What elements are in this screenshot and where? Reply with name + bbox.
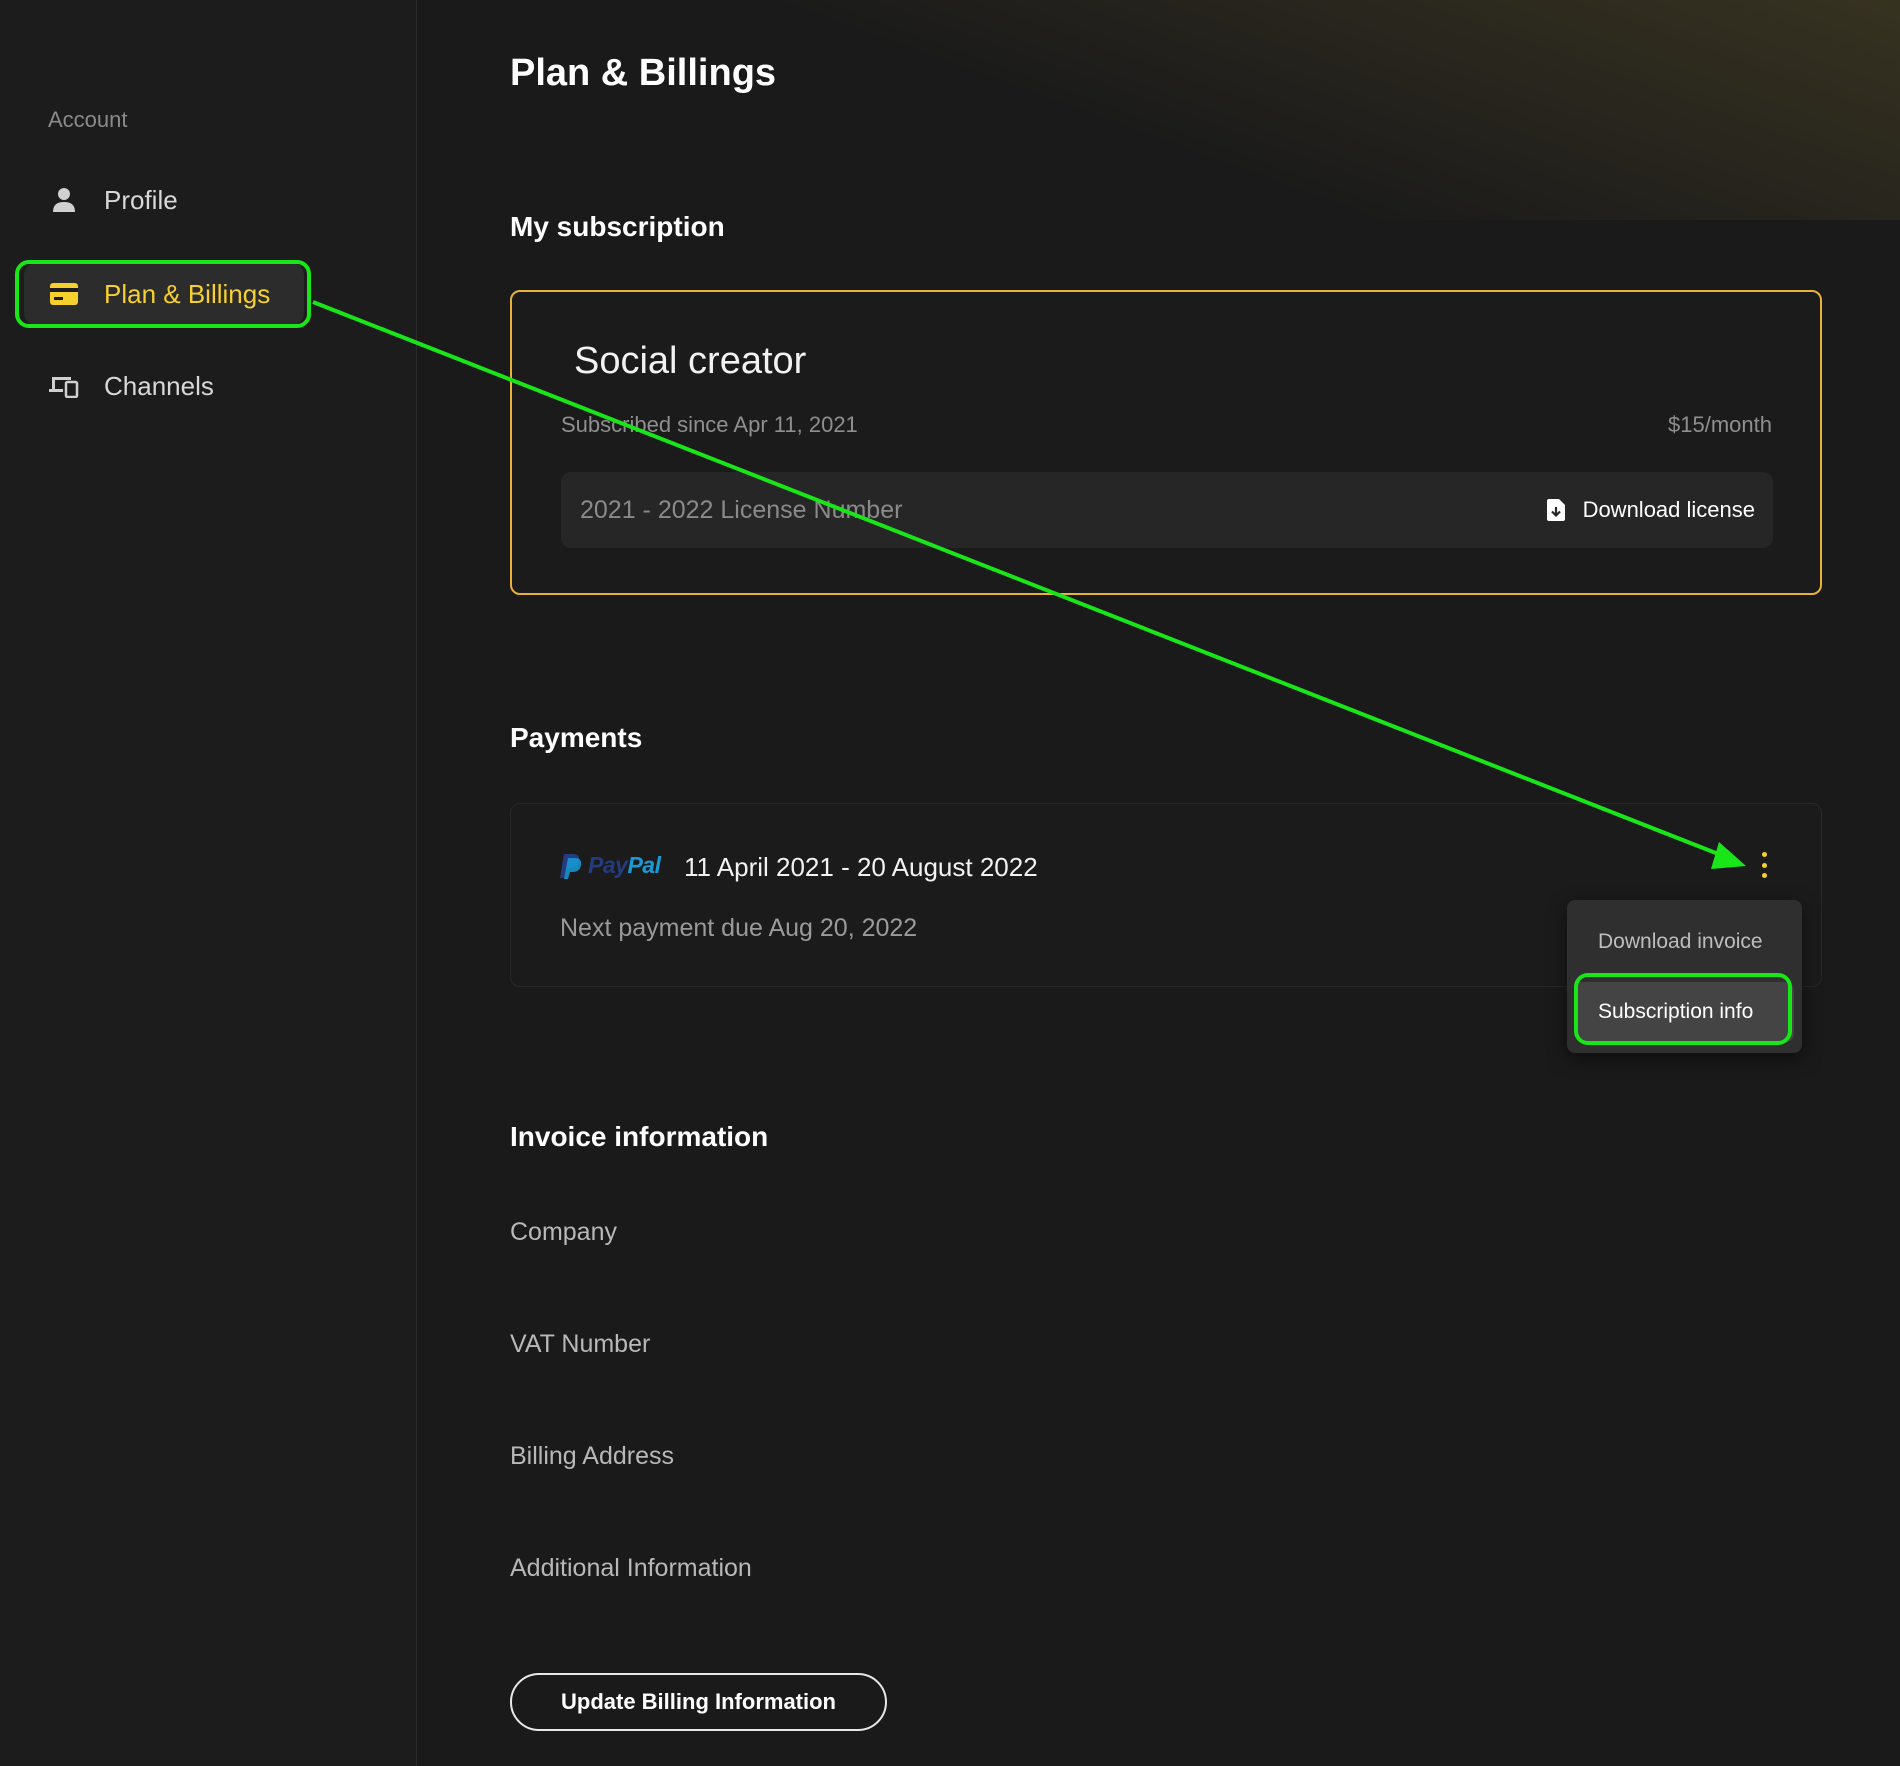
license-bar: 2021 - 2022 License Number Download lice…: [561, 472, 1773, 548]
sidebar-item-label: Channels: [104, 370, 214, 401]
subscribed-since: Subscribed since Apr 11, 2021: [561, 412, 858, 437]
paypal-word-pal: Pal: [627, 852, 661, 878]
field-company: Company: [510, 1218, 617, 1246]
sidebar-item-label: Profile: [104, 184, 178, 215]
sidebar-section-label: Account: [48, 107, 128, 132]
sidebar-item-profile[interactable]: Profile: [24, 169, 304, 231]
annotation-highlight-subscription-info: [1574, 973, 1792, 1045]
header-glow: [417, 0, 1900, 220]
payments-heading: Payments: [510, 722, 643, 753]
next-payment-due: Next payment due Aug 20, 2022: [560, 914, 918, 942]
paypal-icon: [560, 853, 582, 879]
paypal-logo: PayPal: [560, 852, 661, 879]
update-billing-button[interactable]: Update Billing Information: [510, 1673, 887, 1731]
more-options-icon[interactable]: [1752, 852, 1776, 878]
plan-price: $15/month: [1668, 412, 1772, 437]
paypal-word-pay: Pay: [588, 852, 628, 878]
download-license-label: Download license: [1582, 497, 1755, 522]
page-title: Plan & Billings: [510, 52, 777, 94]
invoice-heading: Invoice information: [510, 1121, 769, 1152]
person-icon: [48, 184, 80, 216]
payment-period: 11 April 2021 - 20 August 2022: [684, 852, 1038, 882]
devices-icon: [48, 370, 80, 402]
plan-name: Social creator: [574, 340, 807, 382]
download-license-button[interactable]: Download license: [1546, 492, 1755, 528]
field-vat-number: VAT Number: [510, 1330, 651, 1358]
field-billing-address: Billing Address: [510, 1442, 674, 1470]
license-number: 2021 - 2022 License Number: [580, 496, 903, 524]
file-download-icon: [1546, 499, 1565, 521]
annotation-highlight-plan-billings: [15, 260, 311, 328]
sidebar-item-channels[interactable]: Channels: [24, 355, 304, 417]
subscription-card: Social creator Subscribed since Apr 11, …: [510, 290, 1822, 595]
field-additional-information: Additional Information: [510, 1554, 752, 1582]
subscription-heading: My subscription: [510, 211, 725, 242]
menu-item-download-invoice[interactable]: Download invoice: [1575, 912, 1794, 972]
